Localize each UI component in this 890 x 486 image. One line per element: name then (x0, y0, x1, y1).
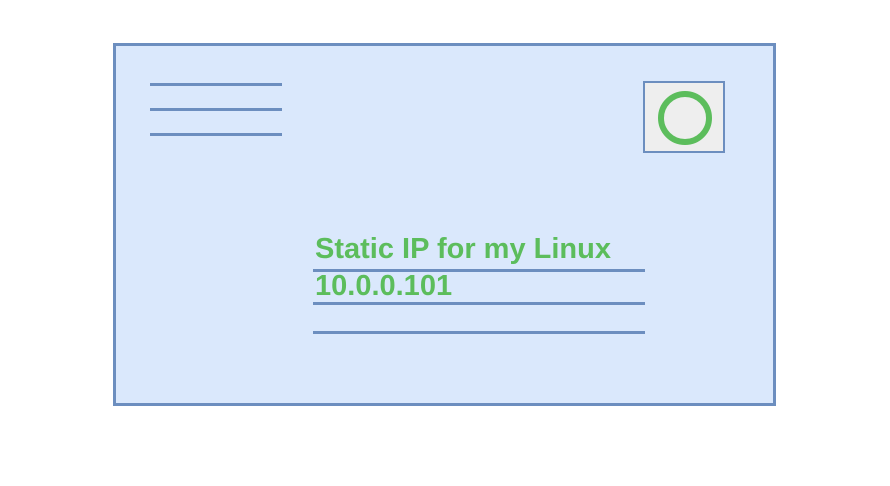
address-line-1-text: Static IP for my Linux (315, 233, 611, 265)
return-address-line-2 (150, 108, 282, 111)
address-underline-2 (313, 302, 645, 305)
address-line-2-text: 10.0.0.101 (315, 270, 453, 302)
return-address-line-1 (150, 83, 282, 86)
envelope: Static IP for my Linux 10.0.0.101 (113, 43, 776, 406)
return-address-line-3 (150, 133, 282, 136)
address-underline-3 (313, 331, 645, 334)
circle-stamp-icon (658, 91, 712, 145)
stamp (643, 81, 725, 153)
